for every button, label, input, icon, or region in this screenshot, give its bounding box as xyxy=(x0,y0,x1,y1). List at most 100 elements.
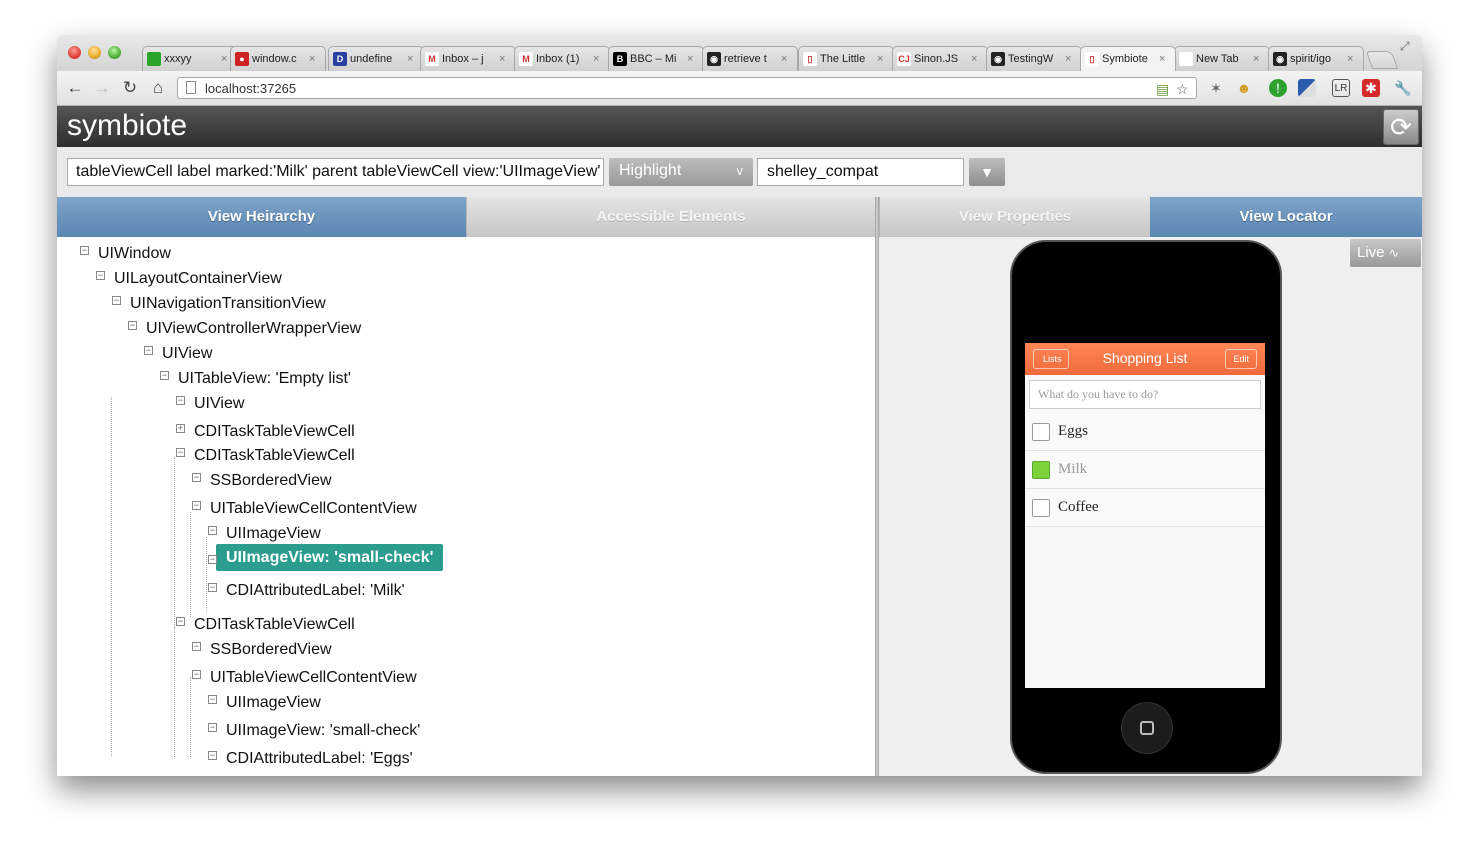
home-button[interactable] xyxy=(1121,702,1173,754)
home-icon[interactable]: ⌂ xyxy=(148,78,168,98)
new-tab-button[interactable] xyxy=(1365,51,1399,69)
tab-close-icon[interactable]: × xyxy=(877,53,887,65)
checkbox[interactable] xyxy=(1032,499,1050,517)
collapse-icon[interactable]: − xyxy=(176,448,185,457)
tab-close-icon[interactable]: × xyxy=(407,53,417,65)
browser-tab[interactable]: ▯ Symbiote × xyxy=(1080,46,1176,71)
selector-query-input[interactable]: tableViewCell label marked:'Milk' parent… xyxy=(67,158,604,186)
browser-tab[interactable]: B BBC – Mi × xyxy=(608,46,704,71)
tree-node[interactable]: − UIImageView: 'small-check' xyxy=(208,722,420,740)
browser-tab[interactable]: ▯ The Little × xyxy=(798,46,894,71)
collapse-icon[interactable]: − xyxy=(192,670,201,679)
tree-node[interactable]: − UIView xyxy=(176,395,244,413)
browser-tab[interactable]: ◉ spirit/igo × xyxy=(1268,46,1364,71)
alert-extension-icon[interactable]: ! xyxy=(1269,79,1287,97)
lastpass-extension-icon[interactable]: ✱ xyxy=(1362,79,1380,97)
wrench-menu-icon[interactable]: 🔧 xyxy=(1394,79,1412,97)
tab-close-icon[interactable]: × xyxy=(1159,53,1169,65)
windows-extension-icon[interactable] xyxy=(1298,79,1316,97)
refresh-button[interactable]: ⟳ xyxy=(1383,109,1419,145)
mode-dropdown-button[interactable]: ▼ xyxy=(969,158,1005,186)
edit-button[interactable]: Edit xyxy=(1225,349,1257,369)
tab-close-icon[interactable]: × xyxy=(971,53,981,65)
browser-tab[interactable]: ◉ retrieve t × xyxy=(702,46,798,71)
close-window-button[interactable] xyxy=(68,46,81,59)
tab-close-icon[interactable]: × xyxy=(593,53,603,65)
tab-close-icon[interactable]: × xyxy=(309,53,319,65)
reload-icon[interactable]: ↻ xyxy=(120,78,140,98)
collapse-icon[interactable]: − xyxy=(208,583,217,592)
collapse-icon[interactable]: − xyxy=(160,371,169,380)
collapse-icon[interactable]: − xyxy=(176,617,185,626)
collapse-icon[interactable]: − xyxy=(176,396,185,405)
tree-node[interactable]: − UIView xyxy=(144,345,212,363)
browser-tab[interactable]: New Tab × xyxy=(1174,46,1270,71)
tab-view-heirarchy[interactable]: View Heirarchy xyxy=(57,197,466,237)
tree-node[interactable]: − SSBorderedView xyxy=(192,641,332,659)
live-toggle-button[interactable]: Live ∿ xyxy=(1350,239,1421,267)
tab-close-icon[interactable]: × xyxy=(781,53,791,65)
browser-tab[interactable]: CJ Sinon.JS × xyxy=(892,46,988,71)
collapse-icon[interactable]: − xyxy=(192,642,201,651)
tree-node[interactable]: − SSBorderedView xyxy=(192,472,332,490)
browser-tab[interactable]: ◉ TestingW × xyxy=(986,46,1082,71)
new-task-input[interactable]: What do you have to do? xyxy=(1029,380,1261,409)
forward-icon[interactable]: → xyxy=(92,78,112,98)
tab-close-icon[interactable]: × xyxy=(499,53,509,65)
tab-close-icon[interactable]: × xyxy=(1065,53,1075,65)
collapse-icon[interactable]: − xyxy=(208,555,217,564)
lr-extension-icon[interactable]: LR xyxy=(1332,79,1350,97)
tab-accessible-elements[interactable]: Accessible Elements xyxy=(466,197,875,237)
collapse-icon[interactable]: − xyxy=(208,723,217,732)
bookmark-star-icon[interactable]: ☆ xyxy=(1176,81,1189,98)
zoom-window-button[interactable] xyxy=(108,46,121,59)
back-icon[interactable]: ← xyxy=(65,78,85,98)
tree-node[interactable]: − UIWindow xyxy=(80,245,171,263)
collapse-icon[interactable]: − xyxy=(128,321,137,330)
tree-node[interactable]: − UIViewControllerWrapperView xyxy=(128,320,361,338)
collapse-icon[interactable]: − xyxy=(208,751,217,760)
tree-node[interactable]: − UITableViewCellContentView xyxy=(192,669,417,687)
task-row[interactable]: Coffee xyxy=(1025,489,1265,527)
browser-tab[interactable]: M Inbox – j × xyxy=(420,46,516,71)
checkbox[interactable] xyxy=(1032,423,1050,441)
collapse-icon[interactable]: − xyxy=(112,296,121,305)
address-bar[interactable]: localhost:37265 ▤ ☆ xyxy=(177,77,1197,99)
tab-close-icon[interactable]: × xyxy=(1347,53,1357,65)
tab-view-locator[interactable]: View Locator xyxy=(1150,197,1422,237)
collapse-icon[interactable]: − xyxy=(144,346,153,355)
browser-tab[interactable]: M Inbox (1) × xyxy=(514,46,610,71)
tab-view-properties[interactable]: View Properties xyxy=(879,197,1150,237)
collapse-icon[interactable]: − xyxy=(96,271,105,280)
mode-input[interactable]: shelley_compat xyxy=(757,158,964,186)
tab-close-icon[interactable]: × xyxy=(687,53,697,65)
collapse-icon[interactable]: − xyxy=(208,526,217,535)
tree-node[interactable]: − CDIAttributedLabel: 'Eggs' xyxy=(208,750,413,768)
tree-node[interactable]: − CDITaskTableViewCell xyxy=(176,616,355,634)
fullscreen-icon[interactable]: ⤢ xyxy=(1400,39,1410,54)
tree-node[interactable]: − CDIAttributedLabel: 'Milk' xyxy=(208,582,405,600)
tree-node[interactable]: − UILayoutContainerView xyxy=(96,270,282,288)
tree-node[interactable]: + CDITaskTableViewCell xyxy=(176,423,355,441)
tree-node[interactable]: − UIImageView xyxy=(208,694,321,712)
tree-node[interactable]: − UITableViewCellContentView xyxy=(192,500,417,518)
browser-tab[interactable]: Dundefine × xyxy=(328,46,424,71)
tree-node[interactable]: − UINavigationTransitionView xyxy=(112,295,326,313)
collapse-icon[interactable]: − xyxy=(208,695,217,704)
browser-tab[interactable]: ● window.c × xyxy=(230,46,326,71)
expand-icon[interactable]: + xyxy=(176,424,185,433)
collapse-icon[interactable]: − xyxy=(192,501,201,510)
minimize-window-button[interactable] xyxy=(88,46,101,59)
task-row[interactable]: Eggs xyxy=(1025,413,1265,451)
tree-node[interactable]: − UITableView: 'Empty list' xyxy=(160,370,351,388)
task-row[interactable]: Milk xyxy=(1025,451,1265,489)
collapse-icon[interactable]: − xyxy=(192,473,201,482)
tree-node[interactable]: − CDITaskTableViewCell xyxy=(176,447,355,465)
rss-icon[interactable]: ▤ xyxy=(1156,81,1169,98)
browser-tab[interactable]: xxxyy × xyxy=(142,46,238,71)
highlight-button[interactable]: Highlight v xyxy=(609,158,753,186)
tab-close-icon[interactable]: × xyxy=(1253,53,1263,65)
bug-extension-icon[interactable]: ✶ xyxy=(1207,79,1225,97)
collapse-icon[interactable]: − xyxy=(80,246,89,255)
tree-node[interactable]: − UIImageView xyxy=(208,525,321,543)
